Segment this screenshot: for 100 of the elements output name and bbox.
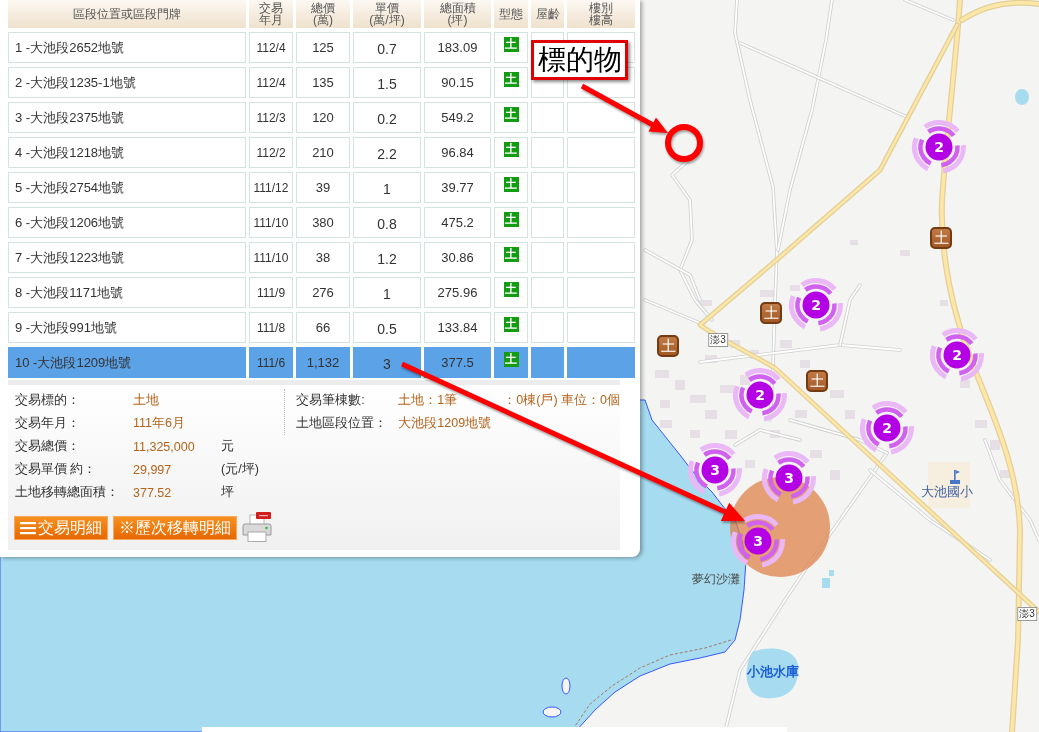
land-marker[interactable]: 土 (806, 370, 828, 392)
table-cell[interactable]: 10 -大池段1209地號 (8, 347, 246, 378)
field-value: 11,325,000 (133, 439, 196, 454)
building (790, 285, 800, 291)
table-cell[interactable]: 6 -大池段1206地號 (8, 207, 246, 238)
land-type-badge: 土 (503, 37, 519, 52)
reservoir-water (746, 648, 799, 699)
land-marker[interactable]: 土 (657, 335, 679, 357)
table-cell: 1.2 (353, 242, 421, 273)
column-header: 總價 (萬) (296, 0, 350, 28)
building (960, 380, 970, 388)
table-cell[interactable]: 3 -大池段2375地號 (8, 102, 246, 133)
table-cell[interactable]: 4 -大池段1218地號 (8, 137, 246, 168)
cluster-marker[interactable]: 3 (761, 450, 817, 506)
table-cell[interactable]: 5 -大池段2754地號 (8, 172, 246, 203)
cluster-marker[interactable]: 3 (730, 513, 786, 569)
table-cell: 112/2 (249, 137, 293, 168)
land-type-badge: 土 (503, 282, 519, 297)
callout-label: 標的物 (531, 40, 628, 80)
cluster-marker[interactable]: 2 (732, 367, 788, 423)
building (740, 375, 750, 385)
road-sign: 澎3 (708, 333, 728, 347)
column-header: 屋齡 (531, 0, 564, 28)
cluster-marker[interactable]: 2 (859, 400, 915, 456)
table-cell: 112/4 (249, 32, 293, 63)
field-label: 交易總價： (15, 438, 81, 455)
field-label: 土地區段位置： (296, 415, 389, 432)
table-cell: 1 (353, 277, 421, 308)
building (940, 300, 948, 306)
unit-label: 元 (221, 438, 234, 455)
table-cell[interactable]: 1 -大池段2652地號 (8, 32, 246, 63)
column-header: 樓別 樓高 (567, 0, 635, 28)
table-cell: 112/4 (249, 67, 293, 98)
beach-label: 夢幻沙灘 (692, 572, 740, 586)
table-cell: 111/9 (249, 277, 293, 308)
road-sign: 澎3 (1017, 607, 1037, 621)
table-cell: 0.5 (353, 312, 421, 343)
land-marker[interactable]: 土 (930, 227, 952, 249)
table-cell: 0.8 (353, 207, 421, 238)
field-value: 土地 (133, 392, 160, 409)
list-icon (20, 521, 36, 535)
table-cell: 133.84 (424, 312, 491, 343)
land-type-badge: 土 (503, 352, 519, 367)
table-cell: 120 (296, 102, 350, 133)
table-cell: 111/8 (249, 312, 293, 343)
field-value: 土地：1筆 (398, 392, 458, 409)
building (760, 290, 774, 297)
table-cell: 125 (296, 32, 350, 63)
field-label: 交易標的： (15, 392, 81, 409)
school-label: 大池國小 (921, 485, 973, 499)
land-type-badge: 土 (503, 317, 519, 332)
field-label: 土地移轉總面積： (15, 484, 120, 501)
island (561, 677, 571, 695)
printer-icon[interactable] (242, 512, 272, 542)
building (720, 385, 734, 393)
building (810, 450, 822, 458)
table-cell[interactable]: 2 -大池段1235-1地號 (8, 67, 246, 98)
building (1000, 470, 1010, 478)
table-cell: 0.7 (353, 32, 421, 63)
building (770, 430, 780, 438)
cluster-marker[interactable]: 2 (788, 277, 844, 333)
table-cell[interactable]: 9 -大池段991地號 (8, 312, 246, 343)
column-header: 區段位置或區段門牌 (8, 0, 246, 28)
island (542, 706, 562, 718)
cluster-marker[interactable]: 3 (687, 442, 743, 498)
table-cell[interactable]: 8 -大池段1171地號 (8, 277, 246, 308)
table-cell[interactable]: 7 -大池段1223地號 (8, 242, 246, 273)
land-type-badge: 土 (503, 177, 519, 192)
table-cell: 111/12 (249, 172, 293, 203)
details-button[interactable]: 交易明細 (14, 516, 108, 540)
field-value: 111年6月 (133, 415, 186, 432)
land-type-badge: 土 (503, 247, 519, 262)
cluster-marker[interactable]: 2 (929, 327, 985, 383)
cluster-marker[interactable]: 2 (911, 119, 967, 175)
land-marker[interactable]: 土 (760, 302, 782, 324)
land-type-badge: 土 (503, 107, 519, 122)
field-value: 377.52 (133, 485, 173, 500)
table-cell: 30.86 (424, 242, 491, 273)
table-cell: 96.84 (424, 137, 491, 168)
table-cell: 111/10 (249, 242, 293, 273)
table-cell: 90.15 (424, 67, 491, 98)
table-cell: 135 (296, 67, 350, 98)
unit-label: 坪 (221, 484, 234, 501)
column-header: 交易 年月 (249, 0, 293, 28)
history-button[interactable]: ※歷次移轉明細 (113, 516, 237, 540)
table-cell: 0.2 (353, 102, 421, 133)
target-circle (665, 124, 703, 162)
table-cell: 549.2 (424, 102, 491, 133)
building (705, 355, 717, 363)
building (795, 410, 807, 418)
table-cell: 112/3 (249, 102, 293, 133)
table-cell: 39.77 (424, 172, 491, 203)
table-cell: 380 (296, 207, 350, 238)
field-value: ：0棟(戶) 車位：0個 (503, 392, 620, 409)
column-header: 單價 (萬/坪) (353, 0, 421, 28)
table-cell: 111/6 (249, 347, 293, 378)
field-label: 交易筆棟數: (296, 392, 366, 409)
column-header: 型態 (494, 0, 528, 28)
land-type-badge: 土 (503, 72, 519, 87)
table-cell: 377.5 (424, 347, 491, 378)
